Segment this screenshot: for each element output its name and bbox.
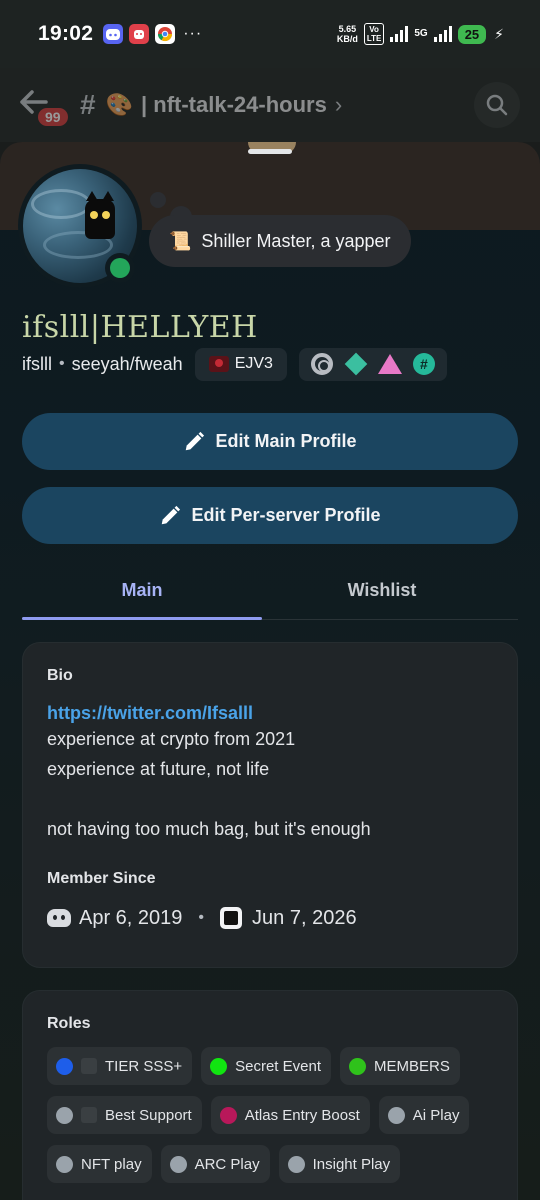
- scroll-emoji-icon: 📜: [169, 230, 192, 251]
- profile-badges: #: [298, 347, 447, 381]
- discord-join-date: Apr 6, 2019: [79, 906, 183, 929]
- roles-list: TIER SSS+ Secret Event MEMBERS Best Support…: [47, 1047, 493, 1183]
- role-color-dot: [287, 1155, 305, 1173]
- server-tag[interactable]: EJV3: [194, 347, 287, 381]
- role-color-dot: [56, 1106, 73, 1124]
- channel-header: 99 # 🎨 | nft-talk-24-hours ›: [0, 68, 540, 142]
- edit-per-server-profile-button[interactable]: Edit Per-server Profile: [22, 487, 518, 544]
- signal-icon: [390, 26, 409, 42]
- tab-wishlist[interactable]: Wishlist: [262, 562, 502, 619]
- role-pill[interactable]: Insight Play: [278, 1145, 401, 1183]
- role-pill[interactable]: Best Support: [47, 1096, 202, 1134]
- channel-name[interactable]: | nft-talk-24-hours: [141, 92, 327, 118]
- server-join-date: Jun 7, 2026: [252, 906, 357, 929]
- chevron-right-icon: ›: [334, 92, 343, 117]
- more-notifications: ···: [183, 25, 203, 42]
- app-notification-icon: [129, 24, 150, 44]
- bio-card: Bio https://twitter.com/Ifsalll experien…: [22, 642, 518, 968]
- ring-badge-icon[interactable]: [310, 353, 333, 375]
- status-time: 19:02: [38, 22, 94, 45]
- server-tag-label: EJV3: [234, 355, 273, 372]
- roles-title: Roles: [47, 1015, 91, 1032]
- role-pill[interactable]: Atlas Entry Boost: [210, 1096, 370, 1134]
- thought-bubble-dot: [150, 192, 166, 208]
- role-label: Secret Event: [235, 1057, 321, 1075]
- separator: •: [198, 909, 205, 926]
- role-label: ARC Play: [194, 1155, 260, 1173]
- charging-icon: ⚡: [494, 25, 504, 42]
- edit-per-server-profile-label: Edit Per-server Profile: [191, 505, 381, 525]
- separator: •: [59, 355, 65, 372]
- role-icon: [81, 1058, 97, 1074]
- custom-status[interactable]: 📜 Shiller Master, a yapper: [149, 215, 411, 267]
- role-label: Insight Play: [312, 1155, 391, 1173]
- bio-line: [47, 784, 493, 814]
- role-color-dot: [349, 1057, 366, 1075]
- member-since-title: Member Since: [47, 870, 156, 887]
- pencil-icon: [162, 505, 181, 524]
- role-pill[interactable]: MEMBERS: [340, 1047, 460, 1085]
- pronouns: seeyah/fweah: [71, 353, 183, 374]
- tab-main[interactable]: Main: [22, 562, 262, 620]
- role-pill[interactable]: Secret Event: [201, 1047, 331, 1085]
- user-info-row: ifslll • seeyah/fweah EJV3 #: [22, 347, 447, 381]
- edit-main-profile-button[interactable]: Edit Main Profile: [22, 413, 518, 470]
- profile-sheet: 📜 Shiller Master, a yapper ifslll|HELLYE…: [0, 142, 540, 1200]
- role-label: NFT play: [81, 1155, 142, 1173]
- signal-icon-2: [433, 26, 452, 42]
- search-icon[interactable]: [474, 82, 520, 128]
- triangle-badge-icon[interactable]: [377, 353, 402, 375]
- bio-line: not having too much bag, but it's enough: [47, 819, 371, 839]
- threads-hash-icon: #: [80, 89, 96, 120]
- status-bar: 19:02 ··· 5.65 KB/d Vo LTE 5G 25 ⚡: [0, 0, 540, 68]
- role-label: Atlas Entry Boost: [244, 1106, 360, 1124]
- channel-emoji: 🎨: [105, 92, 133, 117]
- role-icon: [81, 1107, 97, 1123]
- role-pill[interactable]: ARC Play: [160, 1145, 270, 1183]
- online-status-icon: [105, 253, 135, 283]
- discord-icon: [47, 909, 71, 927]
- drag-handle[interactable]: [248, 149, 292, 154]
- display-name: ifslll|HELLYEH: [22, 310, 258, 345]
- username: ifslll: [22, 353, 52, 374]
- role-label: Ai Play: [412, 1106, 460, 1124]
- unread-badge: 99: [38, 108, 68, 126]
- black-cat-icon: [85, 191, 115, 239]
- volte-icon: Vo LTE: [363, 23, 385, 45]
- bio-line: experience at future, not life: [47, 759, 270, 779]
- custom-status-text: Shiller Master, a yapper: [201, 230, 391, 251]
- diamond-badge-icon[interactable]: [344, 352, 368, 376]
- role-pill[interactable]: TIER SSS+: [47, 1047, 193, 1085]
- member-since-row: Apr 6, 2019 • Jun 7, 2026: [47, 904, 493, 932]
- pencil-icon: [186, 431, 205, 450]
- role-color-dot: [219, 1106, 237, 1124]
- role-color-dot: [169, 1155, 187, 1173]
- server-icon: [220, 907, 243, 929]
- role-label: MEMBERS: [374, 1057, 450, 1075]
- battery-indicator: 25: [457, 24, 487, 44]
- role-color-dot: [56, 1155, 73, 1173]
- bio-title: Bio: [47, 667, 73, 684]
- network-speed: 5.65 KB/d: [336, 24, 358, 44]
- notification-icons: ···: [103, 24, 202, 44]
- discord-notification-icon: [103, 24, 124, 44]
- roles-card: Roles TIER SSS+ Secret Event MEMBERS Best S…: [22, 990, 518, 1200]
- role-color-dot: [56, 1057, 73, 1075]
- bio-line: experience at crypto from 2021: [47, 729, 296, 749]
- role-label: Best Support: [105, 1106, 192, 1124]
- profile-tabs: Main Wishlist: [22, 562, 518, 620]
- hash-badge-icon[interactable]: #: [412, 353, 435, 375]
- server-tag-emblem-icon: [208, 356, 229, 372]
- role-color-dot: [387, 1106, 405, 1124]
- role-color-dot: [210, 1057, 228, 1075]
- role-pill[interactable]: Ai Play: [378, 1096, 470, 1134]
- role-pill[interactable]: NFT play: [47, 1145, 152, 1183]
- role-label: TIER SSS+: [105, 1057, 183, 1075]
- bio-link[interactable]: https://twitter.com/Ifsalll: [47, 703, 493, 724]
- edit-main-profile-label: Edit Main Profile: [215, 431, 357, 451]
- network-type: 5G: [414, 28, 428, 39]
- chrome-notification-icon: [155, 24, 176, 44]
